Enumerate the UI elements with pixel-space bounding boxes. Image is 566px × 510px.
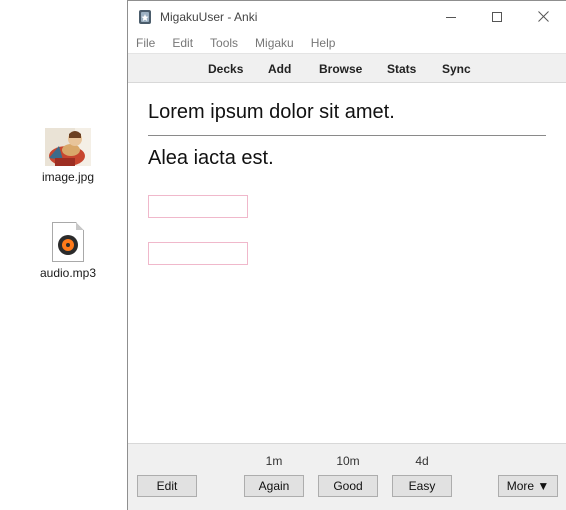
media-placeholder-audio xyxy=(148,242,248,265)
more-button[interactable]: More ▼ xyxy=(498,475,558,497)
window-controls xyxy=(428,1,566,32)
interval-good: 10m xyxy=(336,454,360,468)
menu-edit[interactable]: Edit xyxy=(172,36,193,50)
anki-window: MigakuUser - Anki File Edit Tools Migaku… xyxy=(127,0,566,510)
desktop-icon-image[interactable]: image.jpg xyxy=(28,128,108,184)
menu-tools[interactable]: Tools xyxy=(210,36,238,50)
media-placeholder-image xyxy=(148,195,248,218)
close-icon xyxy=(537,11,549,22)
anki-app-icon xyxy=(138,9,152,24)
menu-help[interactable]: Help xyxy=(311,36,336,50)
audio-file-icon xyxy=(52,222,84,262)
card-view: Lorem ipsum dolor sit amet. Alea iacta e… xyxy=(128,83,566,443)
toolbar-add[interactable]: Add xyxy=(268,62,291,76)
easy-button[interactable]: Easy xyxy=(392,475,452,497)
good-button[interactable]: Good xyxy=(318,475,378,497)
title-bar[interactable]: MigakuUser - Anki xyxy=(128,1,566,32)
maximize-icon xyxy=(492,11,502,22)
minimize-button[interactable] xyxy=(428,1,474,32)
desktop-icon-label: audio.mp3 xyxy=(39,266,97,280)
card-front-text: Lorem ipsum dolor sit amet. xyxy=(148,101,395,123)
toolbar-sync[interactable]: Sync xyxy=(442,62,471,76)
card-back-text: Alea iacta est. xyxy=(148,147,274,169)
edit-button[interactable]: Edit xyxy=(137,475,197,497)
interval-again: 1m xyxy=(265,454,283,468)
minimize-icon xyxy=(446,16,456,18)
toolbar-stats[interactable]: Stats xyxy=(387,62,416,76)
maximize-button[interactable] xyxy=(474,1,520,32)
menu-migaku[interactable]: Migaku xyxy=(255,36,294,50)
main-toolbar: Decks Add Browse Stats Sync xyxy=(128,53,566,83)
interval-easy: 4d xyxy=(415,454,429,468)
image-file-icon xyxy=(45,128,91,166)
again-button[interactable]: Again xyxy=(244,475,304,497)
review-bottom-bar: 1m 10m 4d Edit Again Good Easy More ▼ xyxy=(128,443,566,510)
menu-file[interactable]: File xyxy=(136,36,155,50)
desktop-icon-label: image.jpg xyxy=(41,170,95,184)
toolbar-browse[interactable]: Browse xyxy=(319,62,362,76)
toolbar-decks[interactable]: Decks xyxy=(208,62,243,76)
menu-bar: File Edit Tools Migaku Help xyxy=(128,32,566,53)
answer-divider xyxy=(148,135,546,136)
close-button[interactable] xyxy=(520,1,566,32)
desktop-icon-audio[interactable]: audio.mp3 xyxy=(28,222,108,280)
window-title: MigakuUser - Anki xyxy=(160,9,258,24)
